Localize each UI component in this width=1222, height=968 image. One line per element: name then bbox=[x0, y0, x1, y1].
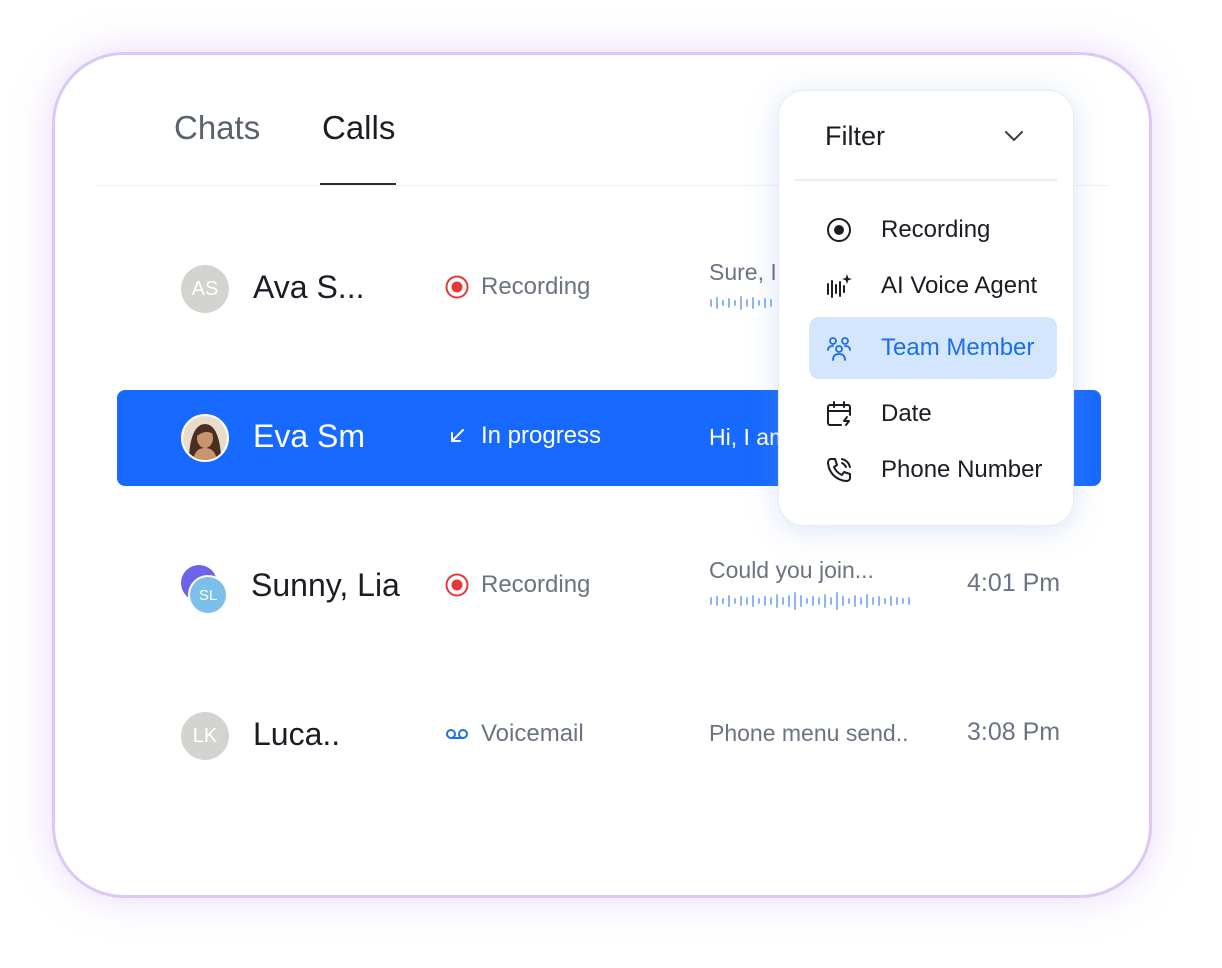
avatar bbox=[181, 414, 229, 462]
avatar-front: SL bbox=[188, 575, 228, 615]
group-avatar: SL bbox=[181, 565, 229, 615]
contact-name: Sunny, Lia bbox=[251, 567, 400, 603]
filter-title: Filter bbox=[825, 121, 885, 151]
message-preview: Hi, I am bbox=[709, 424, 789, 450]
filter-option-date[interactable]: Date bbox=[809, 383, 1057, 445]
filter-option-team-member[interactable]: Team Member bbox=[809, 317, 1057, 379]
status-label: In progress bbox=[481, 422, 602, 449]
filter-divider bbox=[795, 179, 1057, 181]
filter-option-ai-voice-agent[interactable]: AI Voice Agent bbox=[809, 255, 1057, 317]
voicemail-icon bbox=[446, 729, 468, 739]
call-row[interactable]: LK Luca.. Voicemail Phone menu send.. 3:… bbox=[117, 688, 1101, 784]
tab-chats[interactable]: Chats bbox=[174, 109, 260, 147]
person-photo-icon bbox=[183, 416, 227, 460]
filter-option-label: Recording bbox=[881, 216, 991, 243]
filter-option-label: AI Voice Agent bbox=[881, 272, 1038, 299]
waveform-icon bbox=[710, 296, 772, 310]
record-circle-icon bbox=[827, 218, 851, 242]
filter-option-label: Team Member bbox=[881, 334, 1035, 361]
waveform-icon bbox=[710, 592, 910, 610]
calendar-icon bbox=[827, 401, 851, 426]
record-icon bbox=[445, 573, 469, 597]
call-row[interactable]: SL Sunny, Lia Recording Could you join..… bbox=[117, 539, 1101, 635]
filter-option-phone-number[interactable]: Phone Number bbox=[809, 439, 1057, 501]
phone-icon bbox=[827, 458, 851, 482]
contact-name: Eva Sm bbox=[253, 418, 366, 454]
filter-dropdown: Filter Recording AI Voice Agent Team Mem… bbox=[778, 90, 1074, 526]
call-time: 3:08 Pm bbox=[967, 718, 1061, 746]
filter-option-label: Phone Number bbox=[881, 456, 1043, 483]
message-preview: Phone menu send.. bbox=[709, 720, 909, 746]
call-status: In progress bbox=[445, 422, 601, 450]
message-preview: Could you join... bbox=[709, 557, 874, 583]
arrow-down-left-icon bbox=[451, 429, 464, 442]
avatar: LK bbox=[181, 712, 229, 760]
chevron-down-icon[interactable] bbox=[1003, 125, 1025, 147]
status-label: Recording bbox=[481, 571, 591, 598]
filter-header[interactable]: Filter bbox=[779, 91, 1073, 181]
call-status: Recording bbox=[445, 571, 590, 599]
call-time: 4:01 Pm bbox=[967, 569, 1061, 597]
avatar: AS bbox=[181, 265, 229, 313]
ai-waveform-icon bbox=[827, 274, 852, 298]
tab-calls[interactable]: Calls bbox=[322, 109, 395, 147]
message-preview: Sure, I bbox=[709, 259, 777, 285]
team-icon bbox=[827, 337, 851, 361]
filter-option-label: Date bbox=[881, 400, 932, 427]
status-label: Voicemail bbox=[481, 720, 584, 747]
status-label: Recording bbox=[481, 273, 591, 300]
filter-option-recording[interactable]: Recording bbox=[809, 199, 1057, 261]
call-status: Recording bbox=[445, 273, 590, 301]
contact-name: Luca.. bbox=[253, 716, 341, 752]
contact-name: Ava S... bbox=[253, 269, 365, 305]
call-status: Voicemail bbox=[445, 720, 584, 748]
record-icon bbox=[445, 275, 469, 299]
